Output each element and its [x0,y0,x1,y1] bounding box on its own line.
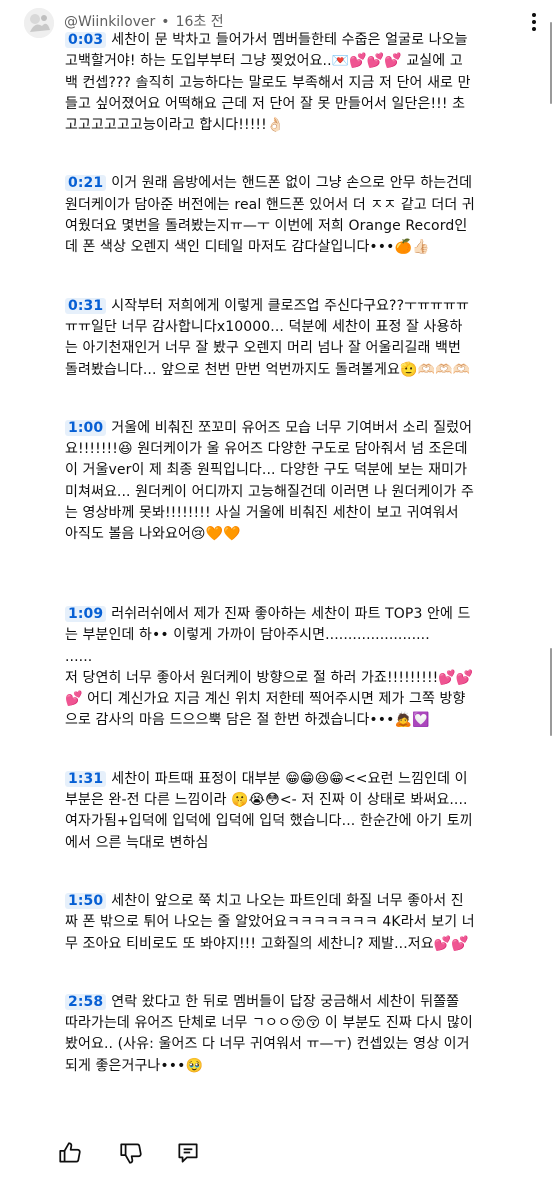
comment-body: 0:03 세찬이 문 박차고 들어가서 멤버들한테 수줍은 얼굴로 나오늘 고백할… [65,30,475,1077]
timestamp-link[interactable]: 0:31 [65,297,107,314]
comment-paragraph: 0:21 이거 원래 음방에서는 핸드폰 없이 그냥 손으로 안무 하는건데 원더… [65,173,475,258]
paragraph-text: 러쉬러쉬에서 제가 진짜 좋아하는 세찬이 파트 TOP3 안에 드는 부분인데… [65,605,474,729]
timestamp-link[interactable]: 1:09 [65,605,107,622]
timestamp-link[interactable]: 0:03 [65,32,107,48]
paragraph-text: 세찬이 앞으로 쭉 치고 나오는 파트인데 화질 너무 좋아서 진짜 폰 밖으로… [65,892,475,952]
comment-meta: @Wiinkilover • 16초 전 [64,11,224,31]
more-vert-icon[interactable] [524,10,544,34]
timestamp-link[interactable]: 1:00 [65,419,107,436]
comment-paragraph: 1:31 세찬이 파트때 표정이 대부분 😁😁😆😁<<요런 느낌인데 이 부분은 … [65,769,475,854]
comment-paragraph: 1:50 세찬이 앞으로 쭉 치고 나오는 파트인데 화질 너무 좋아서 진짜 폰… [65,891,475,955]
comment-paragraph: 1:00 거울에 비춰진 쪼꼬미 유어즈 모습 너무 기여버서 소리 질렀어요!!… [65,418,475,546]
thumbs-down-icon[interactable] [118,1140,144,1166]
meta-separator: • [161,14,170,30]
timestamp-link[interactable]: 1:31 [65,770,107,787]
comment-paragraph: 2:58 연락 왔다고 한 뒤로 멤버들이 답장 궁금해서 세찬이 뒤쫄쫄 따라가… [65,992,475,1077]
thumbs-up-icon[interactable] [57,1140,83,1166]
author-name[interactable]: @Wiinkilover [64,14,155,30]
timestamp-link[interactable]: 2:58 [65,993,107,1010]
paragraph-text: 연락 왔다고 한 뒤로 멤버들이 답장 궁금해서 세찬이 뒤쫄쫄 따라가는데 유… [65,993,473,1074]
comment-paragraph: 0:03 세찬이 문 박차고 들어가서 멤버들한테 수줍은 얼굴로 나오늘 고백할… [65,30,475,136]
comment-paragraph: 0:31 시작부터 저희에게 이렇게 클로즈업 주신다구요??ㅜㅠㅠㅠㅠㅠㅠ일단 … [65,296,475,381]
timestamp-link[interactable]: 1:50 [65,892,107,909]
paragraph-text: 이거 원래 음방에서는 핸드폰 없이 그냥 손으로 안무 하는건데 원더케이가 … [65,175,475,256]
avatar[interactable] [24,8,54,38]
comment-paragraph: 1:09 러쉬러쉬에서 제가 진짜 좋아하는 세찬이 파트 TOP3 안에 드는 … [65,583,475,732]
paragraph-text: 세찬이 파트때 표정이 대부분 😁😁😆😁<<요런 느낌인데 이 부분은 완-전 … [65,770,473,851]
timestamp-link[interactable]: 0:21 [65,175,107,192]
paragraph-text: 거울에 비춰진 쪼꼬미 유어즈 모습 너무 기여버서 소리 질렀어요!!!!!!… [65,419,474,543]
paragraph-text: 시작부터 저희에게 이렇게 클로즈업 주신다구요??ㅜㅠㅠㅠㅠㅠㅠ일단 너무 감… [65,297,471,378]
comment-actions [0,1134,555,1174]
comment-time: 16초 전 [175,14,224,30]
paragraph-text: 세찬이 문 박차고 들어가서 멤버들한테 수줍은 얼굴로 나오늘 고백할거야! … [65,32,471,134]
scrollbar-bottom[interactable] [550,648,552,736]
scrollbar-top[interactable] [550,22,552,104]
reply-icon[interactable] [175,1140,201,1166]
